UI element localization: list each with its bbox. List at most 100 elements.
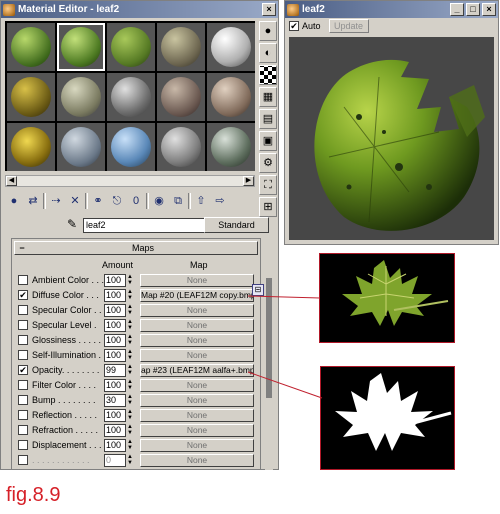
map-amount-spinner[interactable]: 100	[104, 333, 126, 347]
map-enable-checkbox[interactable]	[18, 350, 28, 360]
map-amount-spinner[interactable]: 100	[104, 378, 126, 392]
map-amount-spinner[interactable]: 100	[104, 288, 126, 302]
map-slot-button[interactable]: None	[140, 423, 254, 437]
map-enable-checkbox[interactable]	[18, 275, 28, 285]
sample-slot[interactable]	[107, 73, 155, 121]
sample-slot-active[interactable]	[57, 23, 105, 71]
put-to-library-icon[interactable]: ⎋	[108, 192, 126, 210]
minimize-icon[interactable]: _	[450, 3, 464, 16]
map-amount-spinner[interactable]: 100	[104, 273, 126, 287]
map-amount-spinner[interactable]: 99	[104, 363, 126, 377]
reset-map-icon[interactable]: ✕	[66, 192, 84, 210]
sample-slot[interactable]	[207, 73, 255, 121]
spinner-arrows-icon[interactable]: ▲ ▼	[126, 304, 134, 317]
maps-rollout-header[interactable]: − Maps	[14, 241, 258, 255]
put-to-scene-icon[interactable]: ⇄	[24, 192, 42, 210]
scroll-left-arrow-icon[interactable]: ◀	[6, 176, 17, 186]
map-slot-button[interactable]: None	[140, 318, 254, 332]
sample-slot[interactable]	[7, 123, 55, 171]
maximize-icon[interactable]: □	[466, 3, 480, 16]
spinner-arrows-icon[interactable]: ▲ ▼	[126, 409, 134, 422]
map-amount-spinner[interactable]: 100	[104, 303, 126, 317]
spinner-arrows-icon[interactable]: ▲ ▼	[126, 424, 134, 437]
spinner-arrows-icon[interactable]: ▲ ▼	[126, 364, 134, 377]
map-amount-spinner[interactable]: 100	[104, 408, 126, 422]
map-amount-spinner[interactable]: 30	[104, 393, 126, 407]
sample-slot[interactable]	[157, 123, 205, 171]
map-slot-button[interactable]: None	[140, 453, 254, 467]
lock-icon[interactable]: ⊟	[252, 284, 264, 296]
background-checker-icon[interactable]	[259, 65, 277, 85]
spinner-arrows-icon[interactable]: ▲ ▼	[126, 394, 134, 407]
video-color-check-icon[interactable]: ▤	[259, 109, 277, 129]
map-amount-spinner[interactable]: 0	[104, 453, 126, 467]
spinner-arrows-icon[interactable]: ▲ ▼	[126, 274, 134, 287]
sample-slot[interactable]	[107, 23, 155, 71]
map-amount-spinner[interactable]: 100	[104, 318, 126, 332]
map-slot-button[interactable]: None	[140, 408, 254, 422]
material-effects-channel-icon[interactable]: 0	[127, 192, 145, 210]
map-enable-checkbox[interactable]: ✔	[18, 290, 28, 300]
collapse-icon[interactable]: −	[15, 243, 29, 253]
map-enable-checkbox[interactable]	[18, 395, 28, 405]
map-amount-spinner[interactable]: 100	[104, 423, 126, 437]
sample-slot[interactable]	[7, 73, 55, 121]
update-button[interactable]: Update	[328, 19, 369, 33]
map-enable-checkbox[interactable]	[18, 305, 28, 315]
pick-material-eyedropper-icon[interactable]: ✎	[67, 217, 77, 231]
map-amount-spinner[interactable]: 100	[104, 348, 126, 362]
assign-to-selection-icon[interactable]: ⇢	[47, 192, 65, 210]
sample-slot[interactable]	[207, 123, 255, 171]
map-enable-checkbox[interactable]	[18, 440, 28, 450]
auto-checkbox[interactable]: ✔	[289, 21, 299, 31]
spinner-arrows-icon[interactable]: ▲ ▼	[126, 349, 134, 362]
map-enable-checkbox[interactable]	[18, 410, 28, 420]
sample-uv-tiling-icon[interactable]: ▦	[259, 87, 277, 107]
show-map-in-viewport-icon[interactable]: ◉	[150, 192, 168, 210]
preview-titlebar[interactable]: leaf2 _ □ ×	[285, 1, 498, 18]
panel-vertical-scrollbar[interactable]	[265, 238, 273, 470]
spinner-arrows-icon[interactable]: ▲ ▼	[126, 289, 134, 302]
sample-slot[interactable]	[107, 123, 155, 171]
map-slot-button[interactable]: None	[140, 348, 254, 362]
backlight-icon[interactable]: ◐	[259, 43, 277, 63]
show-end-result-icon[interactable]: ⧉	[169, 192, 187, 210]
map-enable-checkbox[interactable]	[18, 380, 28, 390]
scrollbar-thumb[interactable]	[266, 278, 272, 398]
map-slot-button[interactable]: None	[140, 378, 254, 392]
close-icon[interactable]: ×	[482, 3, 496, 16]
spinner-arrows-icon[interactable]: ▲ ▼	[126, 454, 134, 467]
go-forward-to-sibling-icon[interactable]: ⇨	[211, 192, 229, 210]
spinner-arrows-icon[interactable]: ▲ ▼	[126, 334, 134, 347]
map-slot-button[interactable]: Map #20 (LEAF12M copy.bmp)	[140, 288, 254, 302]
make-unique-icon[interactable]: ⚭	[89, 192, 107, 210]
sample-slot[interactable]	[157, 23, 205, 71]
sample-slot[interactable]	[7, 23, 55, 71]
map-slot-button[interactable]: None	[140, 273, 254, 287]
map-slot-button[interactable]: None	[140, 303, 254, 317]
map-enable-checkbox[interactable]	[18, 320, 28, 330]
sample-slot[interactable]	[157, 73, 205, 121]
map-enable-checkbox[interactable]	[18, 455, 28, 465]
map-enable-checkbox[interactable]	[18, 335, 28, 345]
sample-slot[interactable]	[57, 73, 105, 121]
slots-horizontal-scrollbar[interactable]: ◀ ▶	[5, 175, 255, 187]
map-slot-button[interactable]: None	[140, 333, 254, 347]
map-amount-spinner[interactable]: 100	[104, 438, 126, 452]
material-name-field[interactable]: leaf2	[83, 217, 218, 233]
scroll-right-arrow-icon[interactable]: ▶	[243, 176, 254, 186]
sample-slot[interactable]	[207, 23, 255, 71]
map-slot-button[interactable]: None	[140, 393, 254, 407]
sample-type-icon[interactable]: ●	[259, 21, 277, 41]
material-editor-titlebar[interactable]: Material Editor - leaf2 ×	[1, 1, 278, 18]
map-enable-checkbox[interactable]: ✔	[18, 365, 28, 375]
map-enable-checkbox[interactable]	[18, 425, 28, 435]
go-to-parent-icon[interactable]: ⇧	[192, 192, 210, 210]
options-icon[interactable]: ⚙	[259, 153, 277, 173]
get-material-icon[interactable]: ●	[5, 192, 23, 210]
spinner-arrows-icon[interactable]: ▲ ▼	[126, 379, 134, 392]
make-preview-icon[interactable]: ▣	[259, 131, 277, 151]
map-slot-button[interactable]: ap #23 (LEAF12M aalfa+.bmp)	[140, 363, 254, 377]
material-type-button[interactable]: Standard	[204, 217, 269, 233]
map-slot-button[interactable]: None	[140, 438, 254, 452]
